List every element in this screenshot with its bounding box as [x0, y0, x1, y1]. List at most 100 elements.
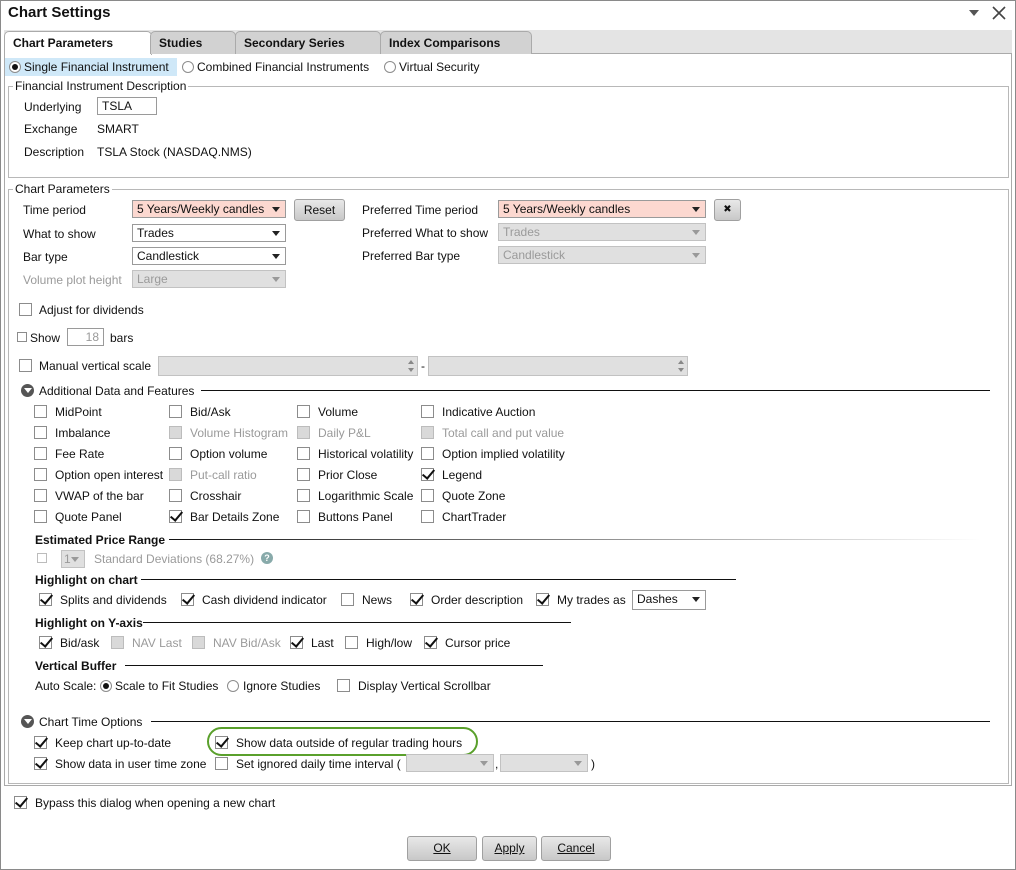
keep-up-to-date-checkbox[interactable] — [34, 736, 47, 749]
feature-checkbox[interactable] — [297, 447, 310, 460]
trades-style-select[interactable]: Dashes — [632, 590, 706, 610]
y-bidask-checkbox[interactable] — [39, 636, 52, 649]
feature-checkbox[interactable] — [169, 426, 182, 439]
cash-dividend-checkbox[interactable] — [181, 593, 194, 606]
feature-checkbox[interactable] — [297, 489, 310, 502]
tab-secondary-series[interactable]: Secondary Series — [235, 31, 381, 54]
underlying-input[interactable]: TSLA — [97, 97, 157, 115]
feature-checkbox[interactable] — [421, 405, 434, 418]
feature-checkbox[interactable] — [421, 426, 434, 439]
ignored-start-select[interactable] — [406, 754, 494, 772]
show-bars-input[interactable]: 18 — [67, 328, 104, 346]
feature-checkbox[interactable] — [421, 468, 434, 481]
ignored-interval-checkbox[interactable] — [215, 757, 228, 770]
feature-label: Legend — [442, 468, 483, 482]
feature-checkbox[interactable] — [421, 489, 434, 502]
ignored-interval-label: Set ignored daily time interval ( — [236, 757, 401, 771]
feature-checkbox[interactable] — [297, 405, 310, 418]
ok-button[interactable]: OK — [407, 836, 477, 861]
what-to-show-select[interactable]: Trades — [132, 224, 286, 242]
apply-button[interactable]: Apply — [482, 836, 537, 861]
splits-dividends-checkbox[interactable] — [39, 593, 52, 606]
clear-preferred-button[interactable]: ✖ — [714, 199, 741, 221]
cancel-button[interactable]: Cancel — [541, 836, 611, 861]
additional-features-title: Additional Data and Features — [39, 384, 195, 398]
feature-checkbox[interactable] — [297, 510, 310, 523]
time-period-select[interactable]: 5 Years/Weekly candles — [132, 200, 286, 218]
adjust-dividends-label: Adjust for dividends — [39, 303, 144, 317]
user-time-zone-checkbox[interactable] — [34, 757, 47, 770]
adjust-dividends-checkbox[interactable] — [19, 303, 32, 316]
scale-min-input[interactable] — [158, 356, 418, 376]
y-highlow-checkbox[interactable] — [345, 636, 358, 649]
help-icon[interactable]: ? — [261, 552, 273, 564]
reset-button[interactable]: Reset — [294, 199, 345, 221]
feature-checkbox[interactable] — [169, 510, 182, 523]
feature-checkbox[interactable] — [34, 426, 47, 439]
y-nav-bidask-label: NAV Bid/Ask — [213, 636, 281, 650]
order-description-label: Order description — [431, 593, 524, 607]
vertical-scrollbar-checkbox[interactable] — [337, 679, 350, 692]
y-bidask-label: Bid/ask — [60, 636, 100, 650]
tab-studies[interactable]: Studies — [150, 31, 236, 54]
ignored-comma: , — [495, 757, 499, 771]
user-time-zone-label: Show data in user time zone — [55, 757, 207, 771]
feature-checkbox[interactable] — [169, 447, 182, 460]
exchange-label: Exchange — [24, 122, 78, 136]
y-nav-bidask-checkbox[interactable] — [192, 636, 205, 649]
feature-checkbox[interactable] — [169, 489, 182, 502]
estimated-range-checkbox[interactable] — [37, 553, 47, 563]
feature-checkbox[interactable] — [34, 510, 47, 523]
estimated-price-range-title: Estimated Price Range — [35, 533, 166, 547]
news-checkbox[interactable] — [341, 593, 354, 606]
feature-checkbox[interactable] — [297, 426, 310, 439]
feature-checkbox[interactable] — [34, 405, 47, 418]
collapse-additional-icon[interactable] — [21, 384, 34, 397]
vertical-buffer-separator — [125, 665, 543, 666]
bypass-dialog-checkbox[interactable] — [14, 796, 27, 809]
radio-virtual-security[interactable] — [384, 61, 396, 73]
dropdown-icon[interactable] — [968, 8, 980, 18]
feature-checkbox[interactable] — [297, 468, 310, 481]
bypass-dialog-label: Bypass this dialog when opening a new ch… — [35, 796, 276, 810]
radio-combined-instruments[interactable] — [182, 61, 194, 73]
feature-checkbox[interactable] — [34, 447, 47, 460]
instrument-description-legend: Financial Instrument Description — [13, 79, 189, 93]
manual-scale-checkbox[interactable] — [19, 359, 32, 372]
volume-plot-height-select[interactable]: Large — [132, 270, 286, 288]
radio-combined-instruments-label: Combined Financial Instruments — [197, 60, 370, 74]
splits-dividends-label: Splits and dividends — [60, 593, 167, 607]
order-description-checkbox[interactable] — [410, 593, 423, 606]
collapse-time-options-icon[interactable] — [21, 715, 34, 728]
outside-rth-checkbox[interactable] — [215, 736, 228, 749]
feature-checkbox[interactable] — [169, 405, 182, 418]
preferred-what-select[interactable]: Trades — [498, 223, 706, 241]
feature-checkbox[interactable] — [169, 468, 182, 481]
y-nav-last-checkbox[interactable] — [111, 636, 124, 649]
radio-ignore-studies[interactable] — [227, 680, 239, 692]
feature-checkbox[interactable] — [34, 489, 47, 502]
preferred-time-period-label: Preferred Time period — [362, 203, 479, 217]
feature-checkbox[interactable] — [421, 447, 434, 460]
feature-label: Buttons Panel — [318, 510, 393, 524]
preferred-bar-type-select[interactable]: Candlestick — [498, 246, 706, 264]
feature-label: Volume Histogram — [190, 426, 289, 440]
show-bars-checkbox[interactable] — [17, 332, 27, 342]
bar-type-select[interactable]: Candlestick — [132, 247, 286, 265]
ignored-end-select[interactable] — [500, 754, 588, 772]
close-icon[interactable] — [991, 5, 1007, 21]
radio-single-instrument[interactable] — [9, 61, 21, 73]
preferred-time-period-select[interactable]: 5 Years/Weekly candles — [498, 200, 706, 218]
y-last-checkbox[interactable] — [290, 636, 303, 649]
feature-checkbox[interactable] — [34, 468, 47, 481]
std-dev-select[interactable]: 1 — [61, 550, 85, 568]
chart-parameters-legend: Chart Parameters — [13, 182, 112, 196]
feature-label: Imbalance — [55, 426, 111, 440]
feature-checkbox[interactable] — [421, 510, 434, 523]
my-trades-checkbox[interactable] — [536, 593, 549, 606]
tab-chart-parameters[interactable]: Chart Parameters — [4, 31, 152, 55]
tab-index-comparisons[interactable]: Index Comparisons — [380, 31, 532, 54]
radio-scale-fit-studies[interactable] — [100, 680, 112, 692]
y-cursor-price-checkbox[interactable] — [424, 636, 437, 649]
scale-max-input[interactable] — [428, 356, 688, 376]
